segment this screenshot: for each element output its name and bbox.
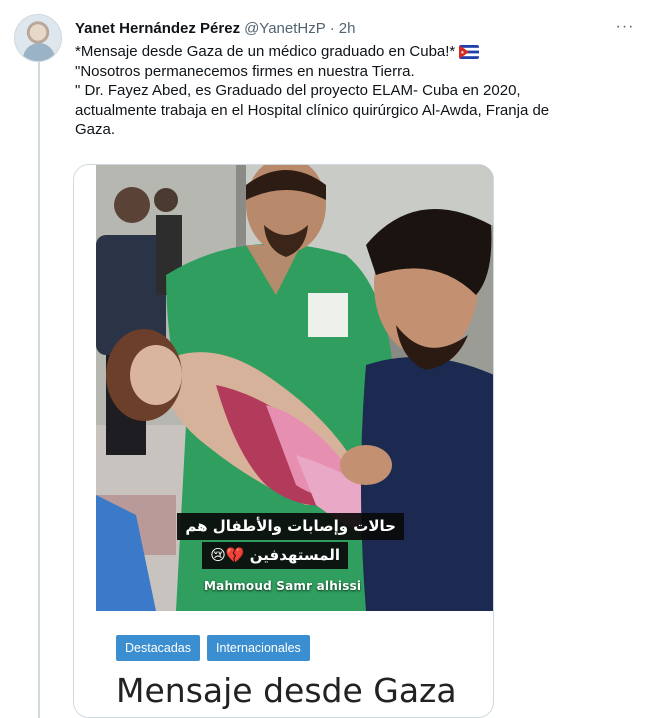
- more-options-icon[interactable]: ···: [613, 16, 637, 38]
- caption-line-2: المستهدفين 💔😢: [202, 542, 348, 569]
- tweet-line: " Dr. Fayez Abed, es Graduado del proyec…: [75, 82, 521, 99]
- separator-dot: ·: [329, 19, 335, 37]
- avatar-figure: [23, 43, 55, 61]
- video-caption: حالات وإصابات والأطفال هم المستهدفين 💔😢: [158, 513, 404, 573]
- caption-line-1: حالات وإصابات والأطفال هم: [177, 513, 404, 540]
- tag-destacadas[interactable]: Destacadas: [116, 635, 201, 661]
- timestamp[interactable]: 2h: [339, 20, 356, 37]
- tag-internacionales[interactable]: Internacionales: [207, 635, 310, 661]
- tweet-line: *Mensaje desde Gaza de un médico graduad…: [75, 42, 635, 62]
- thread-line: [38, 62, 40, 718]
- tag-list: Destacadas Internacionales: [116, 635, 310, 661]
- video-watermark: Mahmoud Samr alhissi: [204, 579, 362, 593]
- card-title[interactable]: Mensaje desde Gaza: [116, 671, 457, 711]
- link-card[interactable]: حالات وإصابات والأطفال هم المستهدفين 💔😢 …: [73, 164, 494, 718]
- user-handle[interactable]: @YanetHzP: [244, 20, 326, 37]
- tweet-text: *Mensaje desde Gaza de un médico graduad…: [75, 42, 635, 140]
- tweet-header: Yanet Hernández Pérez @YanetHzP · 2h: [75, 18, 355, 38]
- display-name[interactable]: Yanet Hernández Pérez: [75, 20, 240, 37]
- tweet[interactable]: Yanet Hernández Pérez @YanetHzP · 2h ···…: [0, 0, 650, 718]
- tweet-line: actualmente trabaja en el Hospital clíni…: [75, 101, 550, 119]
- tweet-line: "Nosotros permanecemos firmes en nuestra…: [75, 62, 415, 80]
- tweet-line: Gaza.: [75, 121, 116, 138]
- avatar[interactable]: [14, 14, 62, 62]
- cuba-flag-icon: [459, 45, 480, 59]
- card-margin: [74, 165, 96, 717]
